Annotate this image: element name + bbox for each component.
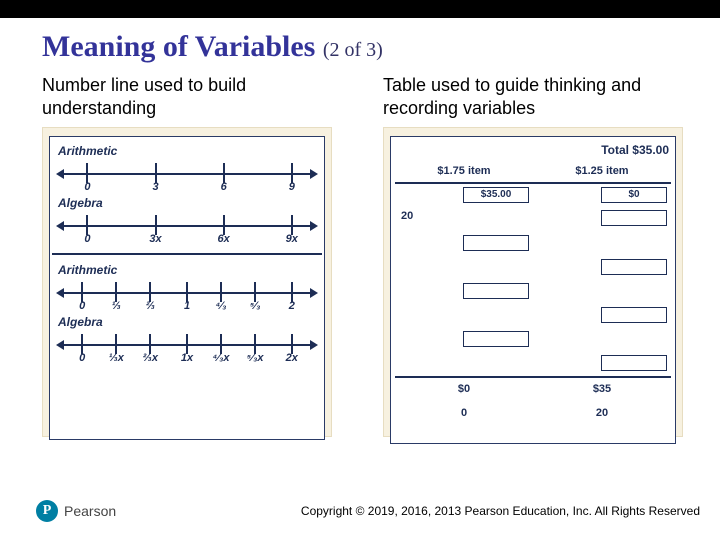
- right-header: Table used to guide thinking and recordi…: [383, 74, 692, 119]
- table-cell-box: [601, 355, 667, 371]
- axis-line: [60, 173, 314, 175]
- table-cell-box: [601, 210, 667, 226]
- table-cell-box: [463, 235, 529, 251]
- axis-line: [60, 225, 314, 227]
- brand-text: Pearson: [64, 503, 116, 519]
- tick-label: 9: [289, 181, 295, 193]
- tick-label: 6: [221, 181, 227, 193]
- table-cell-box: $0: [601, 187, 667, 203]
- arrow-right-icon: [310, 288, 318, 298]
- table-footer-cell: 0: [395, 401, 533, 425]
- left-column: Number line used to build understanding …: [42, 74, 351, 437]
- arrow-right-icon: [310, 169, 318, 179]
- table-cell-box: [463, 331, 529, 347]
- tick-label: 3x: [149, 233, 161, 245]
- table-row: 0 20: [395, 401, 671, 425]
- tick-label: ⁴⁄₃: [216, 300, 227, 312]
- tick-label: 9x: [286, 233, 298, 245]
- slide-title: Meaning of Variables (2 of 3): [42, 30, 720, 64]
- tick-label: ⅔: [146, 300, 155, 312]
- tick-label: 0: [79, 352, 85, 364]
- arrow-right-icon: [310, 340, 318, 350]
- content-columns: Number line used to build understanding …: [0, 68, 720, 437]
- table-row: [395, 328, 671, 352]
- nl-label-algebra-1: Algebra: [58, 196, 318, 210]
- nl-group-2: Arithmetic 0: [56, 263, 318, 364]
- title-main: Meaning of Variables: [42, 30, 315, 63]
- numberline-inner: Arithmetic 0 3 6 9: [49, 136, 325, 440]
- table-row: $0 $35: [395, 377, 671, 401]
- nl-label-algebra-2: Algebra: [58, 315, 318, 329]
- table-row: $1.75 item $1.25 item: [395, 159, 671, 183]
- numberline-algebra-1: 0 3x 6x 9x: [56, 211, 318, 245]
- table-col-header: $1.25 item: [533, 159, 671, 183]
- brand: P Pearson: [36, 500, 116, 522]
- table-row: [395, 256, 671, 280]
- tick-label: ⅔x: [143, 352, 158, 364]
- table-row: [395, 352, 671, 376]
- slide: Meaning of Variables (2 of 3) Number lin…: [0, 0, 720, 540]
- tick-label: ⁵⁄₃x: [247, 352, 264, 364]
- numberline-arith-1: 0 3 6 9: [56, 159, 318, 193]
- left-header: Number line used to build understanding: [42, 74, 351, 119]
- numberline-algebra-2: 0 ⅓x ⅔x 1x ⁴⁄₃x ⁵⁄₃x 2x: [56, 330, 318, 364]
- arrow-right-icon: [310, 221, 318, 231]
- numberline-arith-2: 0 ⅓ ⅔ 1 ⁴⁄₃ ⁵⁄₃ 2: [56, 278, 318, 312]
- nl-group-1: Arithmetic 0 3 6 9: [56, 144, 318, 245]
- table-row: 20: [395, 207, 671, 231]
- tick-label: 1: [184, 300, 190, 312]
- top-bar: [0, 0, 720, 18]
- tick-label: ⅓: [112, 300, 121, 312]
- tick-label: ⁵⁄₃: [250, 300, 261, 312]
- tick-label: 0: [84, 233, 90, 245]
- table-cell-box: [601, 259, 667, 275]
- numberline-figure: Arithmetic 0 3 6 9: [42, 127, 332, 437]
- table-footer-cell: 20: [533, 401, 671, 425]
- tick-label: 3: [152, 181, 158, 193]
- table-row: [395, 232, 671, 256]
- table-total: Total $35.00: [395, 143, 669, 157]
- right-column: Table used to guide thinking and recordi…: [383, 74, 692, 437]
- tick-label: 6x: [218, 233, 230, 245]
- table-row: [395, 304, 671, 328]
- table-cell-box: [601, 307, 667, 323]
- table-figure: Total $35.00 $1.75 item $1.25 item $35.0…: [383, 127, 683, 437]
- table-footer-cell: $0: [395, 377, 533, 401]
- table-col-header: $1.75 item: [395, 159, 533, 183]
- tick-label: 2: [289, 300, 295, 312]
- tick-label: 0: [84, 181, 90, 193]
- table-row: $35.00 $0: [395, 183, 671, 207]
- title-counter: (2 of 3): [323, 39, 383, 61]
- table-inner: Total $35.00 $1.75 item $1.25 item $35.0…: [390, 136, 676, 444]
- nl-label-arith-2: Arithmetic: [58, 263, 318, 277]
- copyright-text: Copyright © 2019, 2016, 2013 Pearson Edu…: [301, 504, 700, 518]
- table-cell-box: [463, 283, 529, 299]
- nl-label-arith-1: Arithmetic: [58, 144, 318, 158]
- tick-label: ⁴⁄₃x: [213, 352, 230, 364]
- guide-table: $1.75 item $1.25 item $35.00 $0 20: [395, 159, 671, 425]
- tick-label: ⅓x: [109, 352, 124, 364]
- divider: [52, 253, 322, 255]
- table-cell-box: $35.00: [463, 187, 529, 203]
- tick-label: 1x: [181, 352, 193, 364]
- brand-logo-icon: P: [36, 500, 58, 522]
- table-cell-value: 20: [401, 210, 413, 222]
- tick-label: 0: [79, 300, 85, 312]
- tick-label: 2x: [286, 352, 298, 364]
- table-footer-cell: $35: [533, 377, 671, 401]
- table-row: [395, 280, 671, 304]
